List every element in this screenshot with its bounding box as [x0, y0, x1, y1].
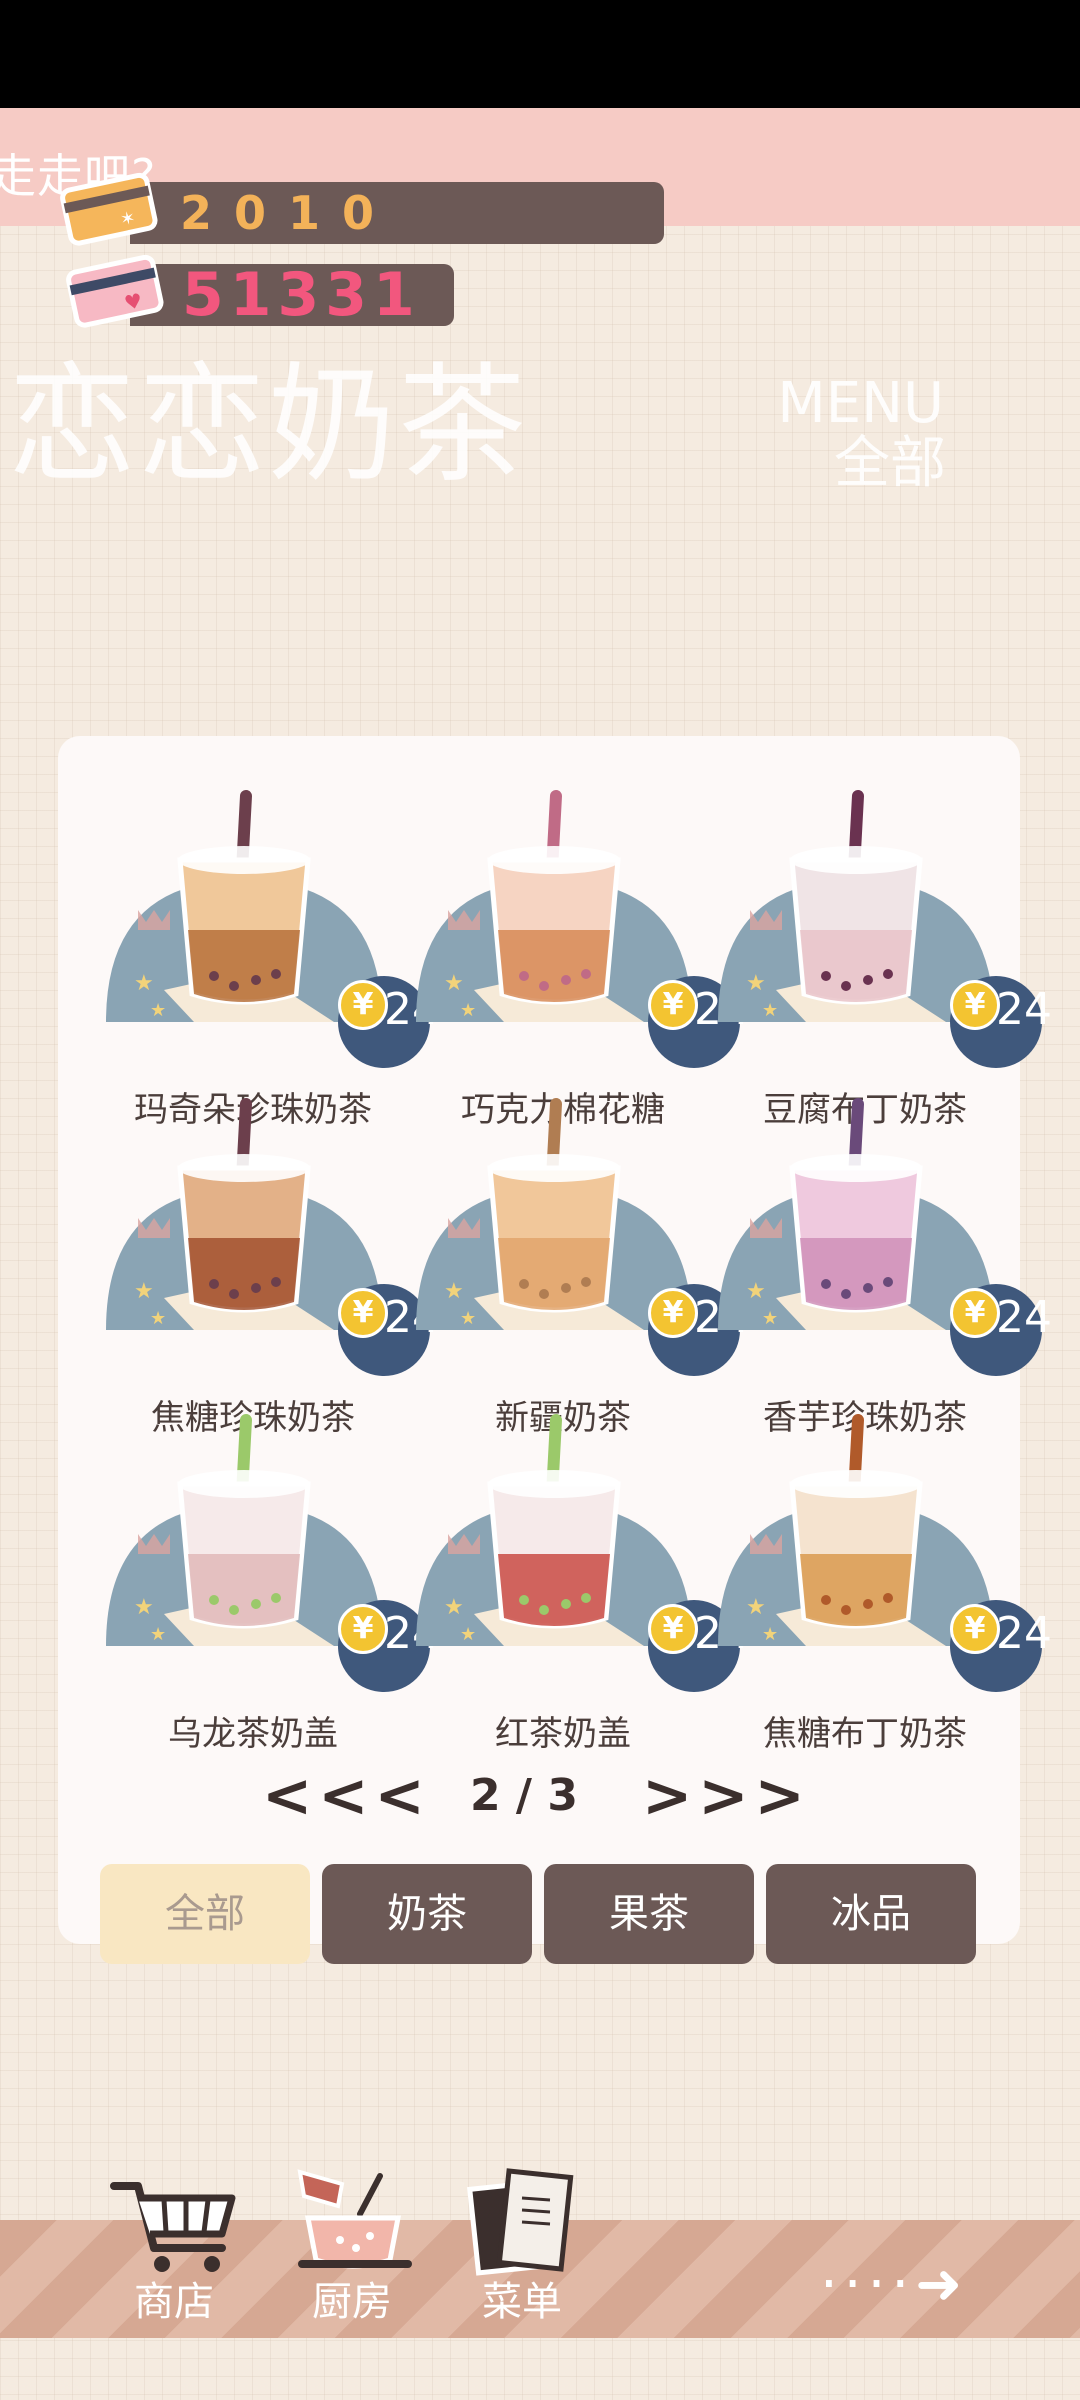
menu-item[interactable]: ★ ★ ¥ 24 豆腐布丁奶茶: [710, 790, 1052, 1130]
svg-text:★: ★: [460, 1000, 476, 1021]
more-arrow-icon[interactable]: ····➜: [820, 2252, 968, 2317]
item-name: 焦糖布丁奶茶: [763, 1714, 967, 1754]
svg-text:★: ★: [460, 1308, 476, 1329]
svg-text:★: ★: [746, 971, 766, 996]
nav-menu-label: 菜单: [482, 2279, 562, 2325]
svg-text:★: ★: [762, 1624, 778, 1645]
menu-item[interactable]: ★ ★ ¥ 24 乌龙茶奶盖: [98, 1414, 440, 1754]
yen-coin-icon: ¥: [648, 980, 698, 1030]
svg-text:★: ★: [444, 1595, 464, 1620]
price-badge: ¥ 24: [950, 1600, 1052, 1692]
tab-milk-tea[interactable]: 奶茶: [322, 1864, 532, 1964]
menu-category-label: 全部: [834, 431, 946, 496]
drink-icon: ★ ★: [416, 1098, 692, 1330]
yen-coin-icon: ¥: [338, 1288, 388, 1338]
drink-icon: ★ ★: [718, 1414, 994, 1646]
drink-icon: ★ ★: [718, 790, 994, 1022]
cart-icon: [110, 2182, 236, 2272]
yen-coin-icon: ¥: [950, 980, 1000, 1030]
svg-text:★: ★: [746, 1595, 766, 1620]
drink-icon: ★ ★: [718, 1098, 994, 1330]
menu-book-icon: [467, 2168, 574, 2276]
item-price: 24: [996, 1292, 1052, 1343]
page-indicator: 2 / 3: [470, 1770, 578, 1821]
heart-card-icon: ♥: [66, 254, 164, 328]
svg-text:★: ★: [134, 1279, 154, 1304]
previous-page-button[interactable]: <<<: [262, 1764, 431, 1828]
heart-counter: 51331: [130, 264, 454, 326]
pager: <<< 2 / 3 >>>: [262, 1764, 805, 1828]
nav-shop-label: 商店: [134, 2279, 214, 2325]
menu-item[interactable]: ★ ★ ¥ 24 巧克力棉花糖: [408, 790, 750, 1130]
status-bar: [0, 0, 1080, 108]
item-name: 红茶奶盖: [495, 1714, 631, 1754]
kitchen-pot-icon: [297, 2169, 412, 2269]
menu-item[interactable]: ★ ★ ¥ 24 新疆奶茶: [408, 1098, 750, 1438]
shop-title: 恋恋奶茶: [8, 351, 529, 500]
svg-text:★: ★: [150, 1000, 166, 1021]
drink-icon: ★ ★: [416, 790, 692, 1022]
item-price: 24: [996, 1608, 1052, 1659]
tab-ice[interactable]: 冰品: [766, 1864, 976, 1964]
menu-item[interactable]: ★ ★ ¥ 24 红茶奶盖: [408, 1414, 750, 1754]
menu-item[interactable]: ★ ★ ¥ 24 焦糖布丁奶茶: [710, 1414, 1052, 1754]
svg-text:★: ★: [150, 1308, 166, 1329]
drink-icon: ★ ★: [416, 1414, 692, 1646]
drink-icon: ★ ★: [106, 1414, 382, 1646]
nav-shop[interactable]: 商店: [104, 2168, 244, 2322]
drink-icon: ★ ★: [106, 790, 382, 1022]
nav-kitchen-label: 厨房: [312, 2279, 392, 2325]
svg-text:★: ★: [134, 1595, 154, 1620]
next-page-button[interactable]: >>>: [642, 1764, 811, 1828]
svg-text:★: ★: [460, 1624, 476, 1645]
yen-coin-icon: ¥: [648, 1604, 698, 1654]
drink-icon: ★ ★: [106, 1098, 382, 1330]
tab-all[interactable]: 全部: [100, 1864, 310, 1964]
yen-coin-icon: ¥: [338, 1604, 388, 1654]
nav-kitchen[interactable]: 厨房: [282, 2164, 422, 2322]
svg-text:★: ★: [134, 971, 154, 996]
svg-text:★: ★: [762, 1000, 778, 1021]
yen-coin-icon: ¥: [338, 980, 388, 1030]
coin-card-icon: ✶: [60, 172, 158, 246]
menu-item[interactable]: ★ ★ ¥ 24 焦糖珍珠奶茶: [98, 1098, 440, 1438]
menu-label: MENU: [777, 371, 944, 436]
item-price: 24: [996, 984, 1052, 1035]
coin-counter: 2010: [130, 182, 664, 244]
price-badge: ¥ 24: [950, 1284, 1052, 1376]
svg-text:★: ★: [762, 1308, 778, 1329]
menu-item[interactable]: ★ ★ ¥ 24 玛奇朵珍珠奶茶: [98, 790, 440, 1130]
heart-value: 51331: [182, 260, 421, 330]
yen-coin-icon: ¥: [950, 1288, 1000, 1338]
svg-text:★: ★: [444, 1279, 464, 1304]
svg-text:★: ★: [746, 1279, 766, 1304]
svg-text:★: ★: [444, 971, 464, 996]
nav-menu[interactable]: 菜单: [452, 2164, 592, 2322]
price-badge: ¥ 24: [950, 976, 1052, 1068]
yen-coin-icon: ¥: [648, 1288, 698, 1338]
yen-coin-icon: ¥: [950, 1604, 1000, 1654]
tab-fruit-tea[interactable]: 果茶: [544, 1864, 754, 1964]
svg-text:★: ★: [150, 1624, 166, 1645]
coin-value: 2010: [180, 186, 397, 240]
menu-item[interactable]: ★ ★ ¥ 24 香芋珍珠奶茶: [710, 1098, 1052, 1438]
item-name: 乌龙茶奶盖: [168, 1714, 338, 1754]
